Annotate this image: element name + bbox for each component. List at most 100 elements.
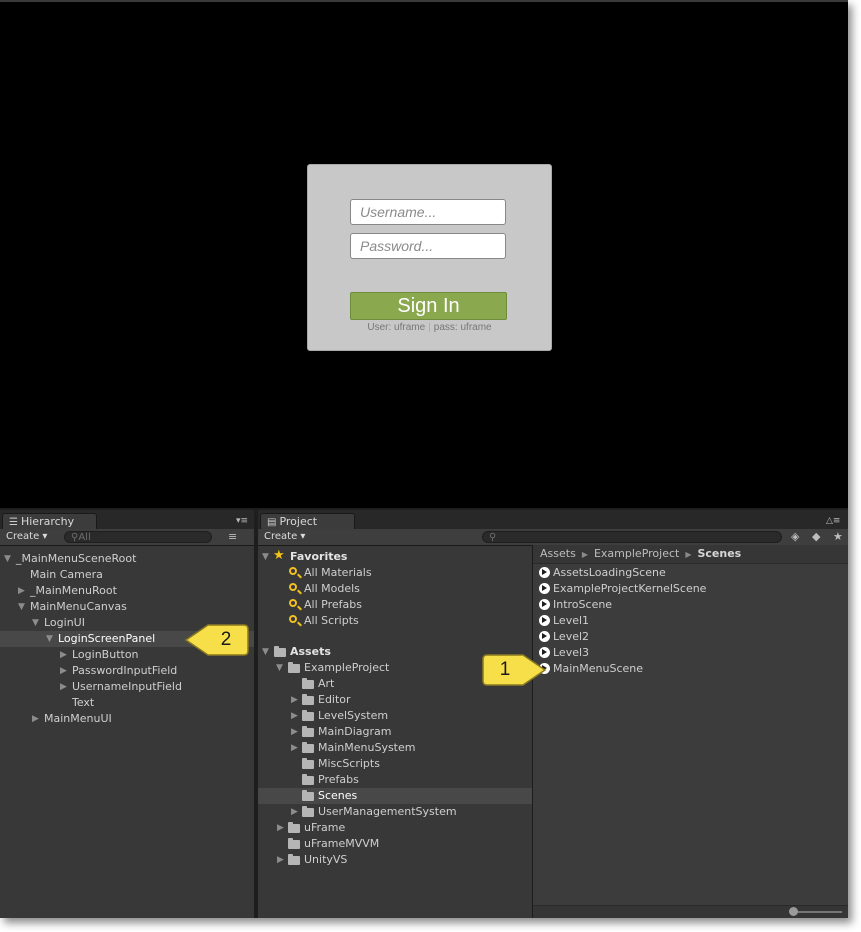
tree-item[interactable]: ▼ _MainMenuSceneRoot <box>0 551 254 567</box>
hierarchy-tabbar: ☰ Hierarchy ▾≡ <box>0 510 254 529</box>
search-icon <box>289 583 297 591</box>
tree-item[interactable]: ▼ MainMenuCanvas <box>0 599 254 615</box>
favorite-item[interactable]: All Scripts <box>258 613 532 629</box>
scene-filter-icon[interactable]: ≡ <box>228 530 237 543</box>
folder-item[interactable]: MiscScripts <box>258 756 532 772</box>
tab-project[interactable]: ▤ Project <box>260 513 355 529</box>
hierarchy-create-button[interactable]: Create ▾ <box>6 530 47 544</box>
folder-item[interactable]: Prefabs <box>258 772 532 788</box>
collapsed-arrow-icon[interactable]: ▶ <box>277 852 284 868</box>
callout-2: 2 <box>182 621 250 659</box>
folder-icon <box>302 806 314 817</box>
expanded-arrow-icon[interactable]: ▼ <box>262 549 269 565</box>
favorite-item-label: All Models <box>304 582 360 595</box>
folder-label: LevelSystem <box>318 709 389 722</box>
folder-label: Art <box>318 677 335 690</box>
project-panel: ▤ Project △≡ Create ▾ ⚲ ◈ ◆ ★ ▼ ★ Favorites… <box>258 510 848 918</box>
scene-asset[interactable]: Level2 <box>539 629 589 645</box>
tree-item[interactable]: Text <box>0 695 254 711</box>
scene-asset[interactable]: AssetsLoadingScene <box>539 565 666 581</box>
collapsed-arrow-icon[interactable]: ▶ <box>291 804 298 820</box>
search-by-type-icon[interactable]: ◈ <box>791 530 799 543</box>
tree-item-label: _MainMenuRoot <box>30 584 117 597</box>
star-icon: ★ <box>273 548 285 563</box>
tree-item[interactable]: ▶ MainMenuUI <box>0 711 254 727</box>
scene-label: IntroScene <box>553 598 613 611</box>
project-folder-tree: ▼ ★ Favorites All Materials All Models All… <box>258 547 532 918</box>
scene-asset[interactable]: MainMenuScene <box>539 661 643 677</box>
folder-icon <box>288 838 300 849</box>
expanded-arrow-icon[interactable]: ▼ <box>46 631 53 647</box>
folder-label: Editor <box>318 693 351 706</box>
breadcrumb-assets[interactable]: Assets <box>540 547 576 560</box>
expanded-arrow-icon[interactable]: ▼ <box>4 551 11 567</box>
collapsed-arrow-icon[interactable]: ▶ <box>291 692 298 708</box>
tree-item[interactable]: ▶ _MainMenuRoot <box>0 583 254 599</box>
favorite-item[interactable]: All Models <box>258 581 532 597</box>
search-by-label-icon[interactable]: ◆ <box>812 530 820 543</box>
favorite-star-icon[interactable]: ★ <box>833 530 843 543</box>
unity-editor-window: Username... Password... Sign In User: uf… <box>0 0 848 918</box>
lock-icon[interactable]: △≡ <box>826 516 840 526</box>
expanded-arrow-icon[interactable]: ▼ <box>262 644 269 660</box>
icon-size-slider-knob[interactable] <box>789 907 798 916</box>
sign-in-button[interactable]: Sign In <box>350 292 507 320</box>
folder-label: Scenes <box>318 789 358 802</box>
password-input[interactable]: Password... <box>350 233 506 259</box>
expanded-arrow-icon[interactable]: ▼ <box>32 615 39 631</box>
username-input[interactable]: Username... <box>350 199 506 225</box>
tree-item[interactable]: Main Camera <box>0 567 254 583</box>
breadcrumb-scenes[interactable]: Scenes <box>697 547 741 560</box>
expanded-arrow-icon[interactable]: ▼ <box>276 660 283 676</box>
tree-item[interactable]: ▶ PasswordInputField <box>0 663 254 679</box>
project-create-button[interactable]: Create ▾ <box>264 530 305 544</box>
search-icon <box>289 567 297 575</box>
project-search-input[interactable]: ⚲ <box>482 531 782 543</box>
folder-icon <box>302 790 314 801</box>
collapsed-arrow-icon[interactable]: ▶ <box>60 647 67 663</box>
scene-asset[interactable]: Level3 <box>539 645 589 661</box>
collapsed-arrow-icon[interactable]: ▶ <box>291 740 298 756</box>
hierarchy-search-input[interactable]: ⚲All <box>64 531 212 543</box>
folder-item[interactable]: ▶ UserManagementSystem <box>258 804 532 820</box>
favorite-item[interactable]: All Materials <box>258 565 532 581</box>
favorites-header[interactable]: ▼ ★ Favorites <box>258 548 532 565</box>
collapsed-arrow-icon[interactable]: ▶ <box>18 583 25 599</box>
folder-item[interactable]: ▶ MainDiagram <box>258 724 532 740</box>
expanded-arrow-icon[interactable]: ▼ <box>18 599 25 615</box>
collapsed-arrow-icon[interactable]: ▶ <box>32 711 39 727</box>
breadcrumb-exampleproject[interactable]: ExampleProject <box>594 547 679 560</box>
panel-menu-icon[interactable]: ▾≡ <box>236 516 248 526</box>
collapsed-arrow-icon[interactable]: ▶ <box>60 679 67 695</box>
folder-icon <box>288 822 300 833</box>
list-icon: ☰ <box>9 517 18 528</box>
callout-1-number: 1 <box>499 659 511 680</box>
assets-label: Assets <box>290 645 331 658</box>
scene-asset[interactable]: ExampleProjectKernelScene <box>539 581 706 597</box>
collapsed-arrow-icon[interactable]: ▶ <box>60 663 67 679</box>
hint-pass: pass: uframe <box>433 322 492 333</box>
favorite-item[interactable]: All Prefabs <box>258 597 532 613</box>
folder-icon <box>302 710 314 721</box>
assets-contents-pane: Assets ▶ ExampleProject ▶ Scenes AssetsLoadi… <box>533 545 848 918</box>
collapsed-arrow-icon[interactable]: ▶ <box>277 820 284 836</box>
folder-item-selected[interactable]: Scenes <box>258 788 532 804</box>
collapsed-arrow-icon[interactable]: ▶ <box>291 708 298 724</box>
scene-asset[interactable]: IntroScene <box>539 597 613 613</box>
folder-item[interactable]: ▶ UnityVS <box>258 852 532 868</box>
folder-item[interactable]: uFrameMVVM <box>258 836 532 852</box>
folder-item[interactable]: ▶ LevelSystem <box>258 708 532 724</box>
folder-icon <box>302 678 314 689</box>
collapsed-arrow-icon[interactable]: ▶ <box>291 724 298 740</box>
folder-item[interactable]: ▶ uFrame <box>258 820 532 836</box>
tree-item-label: LoginButton <box>72 648 139 661</box>
tree-item[interactable]: ▶ UsernameInputField <box>0 679 254 695</box>
scene-label: Level1 <box>553 614 590 627</box>
game-view: Username... Password... Sign In User: uf… <box>0 0 848 508</box>
tab-hierarchy[interactable]: ☰ Hierarchy <box>2 513 97 529</box>
folder-label: MainMenuSystem <box>318 741 416 754</box>
scene-asset[interactable]: Level1 <box>539 613 590 629</box>
scene-label: AssetsLoadingScene <box>553 566 666 579</box>
folder-item[interactable]: ▶ MainMenuSystem <box>258 740 532 756</box>
folder-item[interactable]: ▶ Editor <box>258 692 532 708</box>
